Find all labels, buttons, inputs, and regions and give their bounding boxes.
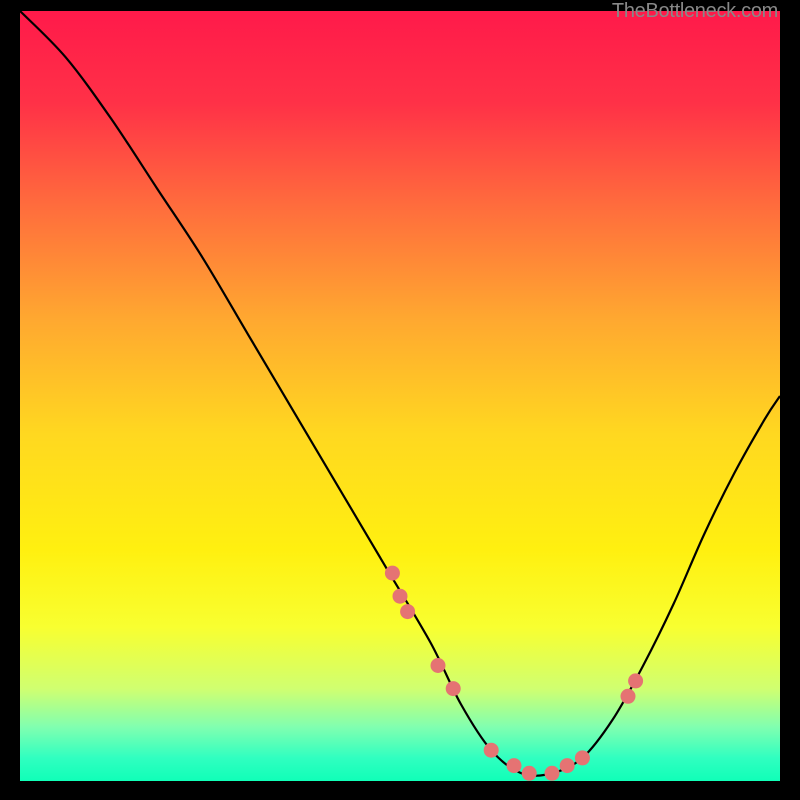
watermark-text: TheBottleneck.com bbox=[612, 0, 778, 23]
data-point bbox=[400, 604, 415, 619]
chart-container bbox=[20, 11, 780, 781]
data-point bbox=[385, 566, 400, 581]
data-point bbox=[628, 673, 643, 688]
plot-background bbox=[20, 11, 780, 781]
data-point bbox=[575, 750, 590, 765]
data-point bbox=[560, 758, 575, 773]
chart-svg bbox=[20, 11, 780, 781]
data-point bbox=[393, 589, 408, 604]
data-point bbox=[522, 766, 537, 781]
data-point bbox=[484, 743, 499, 758]
data-point bbox=[446, 681, 461, 696]
data-point bbox=[621, 689, 636, 704]
data-point bbox=[545, 766, 560, 781]
data-point bbox=[431, 658, 446, 673]
data-point bbox=[507, 758, 522, 773]
